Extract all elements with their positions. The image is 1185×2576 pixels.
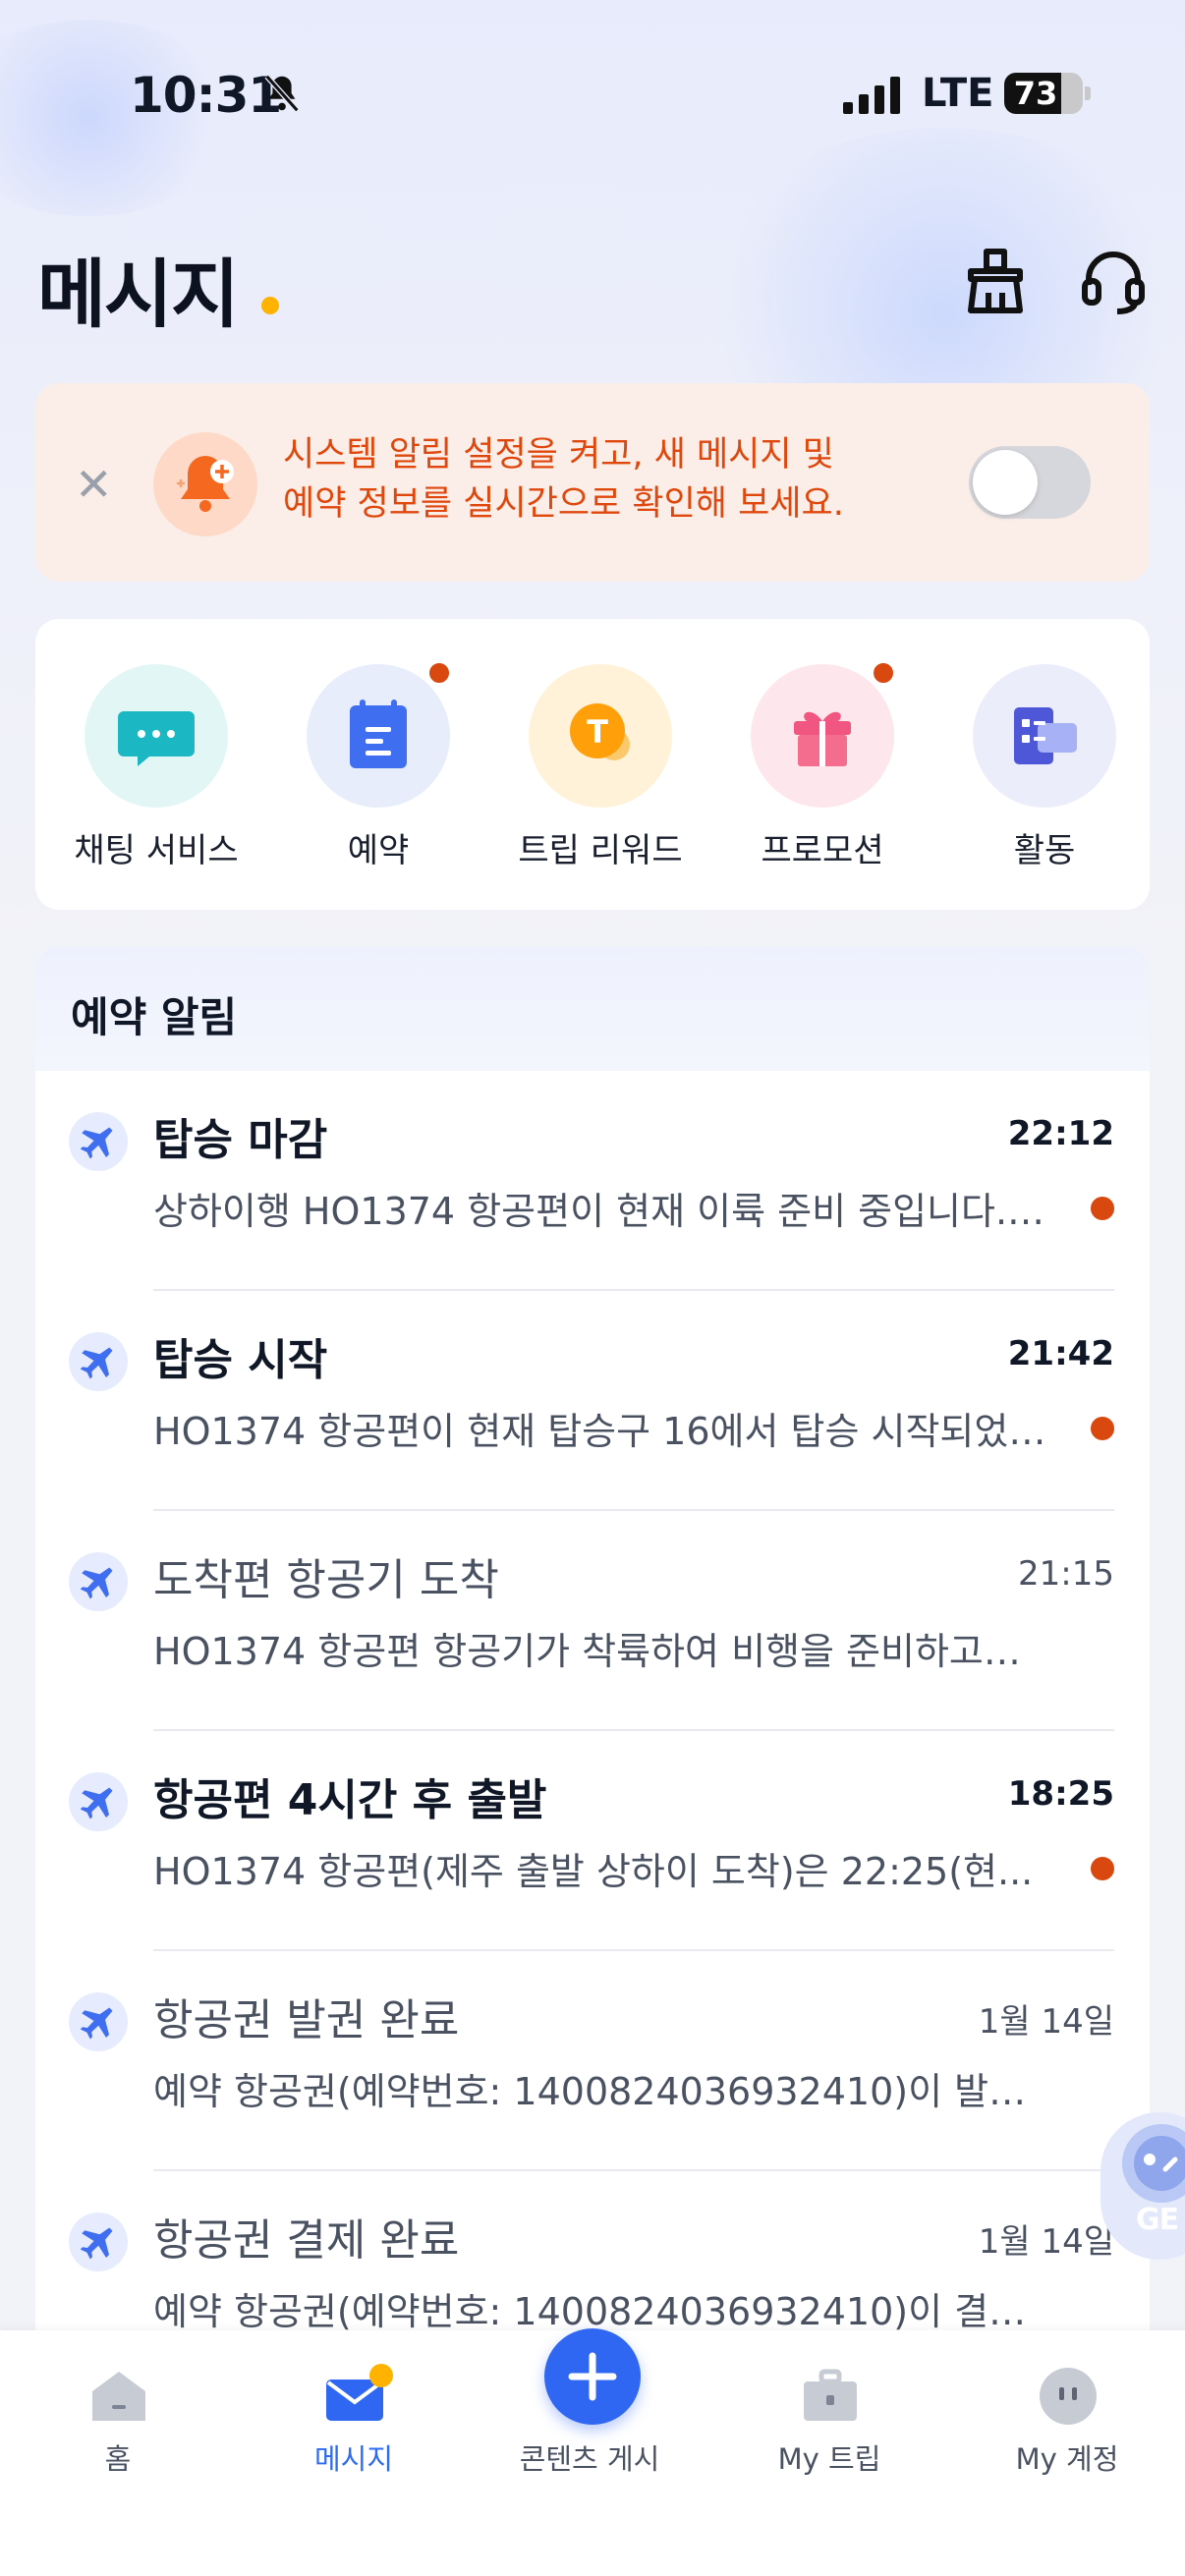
notification-toggle[interactable] bbox=[969, 446, 1091, 519]
close-icon[interactable]: ✕ bbox=[75, 462, 113, 507]
tab-home[interactable]: 홈 bbox=[0, 2330, 236, 2488]
shortcut-label: 프로모션 bbox=[761, 831, 884, 870]
alert-time: 21:42 bbox=[1007, 1334, 1114, 1373]
alert-preview: 예약 항공권(예약번호: 1400824036932410)이 발… bbox=[153, 2070, 1027, 2113]
section-title: 예약 알림 bbox=[71, 993, 238, 1041]
unread-badge bbox=[871, 660, 896, 686]
alert-title: 항공권 발권 완료 bbox=[153, 1995, 460, 2045]
alert-preview: 상하이행 HO1374 항공편이 현재 이륙 준비 중입니다.… bbox=[153, 1190, 1045, 1233]
airplane-icon bbox=[69, 1552, 128, 1611]
shortcut-reservation[interactable]: 예약 bbox=[257, 660, 454, 880]
shortcut-label: 예약 bbox=[347, 831, 410, 870]
shortcut-chat-service[interactable]: 채팅 서비스 bbox=[35, 664, 239, 880]
home-icon bbox=[92, 2372, 145, 2421]
airplane-icon bbox=[69, 2212, 128, 2271]
list-item[interactable]: 도착편 항공기 도착 21:15 HO1374 항공편 항공기가 착륙하여 비행… bbox=[35, 1511, 1150, 1731]
tab-label: My 계정 bbox=[1015, 2442, 1119, 2476]
unread-dot bbox=[1091, 1197, 1114, 1220]
shortcut-label: 채팅 서비스 bbox=[74, 831, 239, 870]
alert-preview: HO1374 항공편 항공기가 착륙하여 비행을 준비하고… bbox=[153, 1630, 1021, 1673]
calendar-icon bbox=[307, 664, 450, 808]
trip-coin-icon: T bbox=[529, 664, 672, 808]
list-item[interactable]: 탑승 시작 21:42 HO1374 항공편이 현재 탑승구 16에서 탑승 시… bbox=[35, 1291, 1150, 1511]
alert-time: 1월 14일 bbox=[978, 2002, 1114, 2042]
battery-percent: 73 bbox=[1013, 75, 1058, 112]
alert-preview: 예약 항공권(예약번호: 1400824036932410)이 결… bbox=[153, 2290, 1027, 2333]
alert-time: 22:12 bbox=[1007, 1114, 1114, 1153]
alert-title: 탑승 마감 bbox=[153, 1115, 328, 1165]
airplane-icon bbox=[69, 1112, 128, 1171]
page-title: 메시지 bbox=[37, 251, 240, 338]
signal-icon bbox=[843, 77, 900, 114]
tab-my-account[interactable]: My 계정 bbox=[949, 2330, 1185, 2488]
banner-line-2: 예약 정보를 실시간으로 확인해 보세요. bbox=[283, 484, 844, 524]
title-dot bbox=[261, 297, 279, 314]
shortcut-label: 트립 리워드 bbox=[518, 831, 683, 870]
svg-text:T: T bbox=[587, 713, 608, 751]
unread-badge bbox=[426, 660, 452, 686]
activity-icon bbox=[973, 664, 1116, 808]
alert-title: 도착편 항공기 도착 bbox=[153, 1555, 499, 1605]
mail-icon bbox=[326, 2364, 393, 2421]
gift-icon bbox=[751, 664, 894, 808]
notification-permission-banner: ✕ 시스템 알림 설정을 켜고, 새 메시지 및 예약 정보를 실시간으로 확인… bbox=[35, 383, 1150, 582]
bell-mute-icon bbox=[264, 74, 300, 113]
post-content-button[interactable] bbox=[544, 2328, 641, 2425]
alert-time: 1월 14일 bbox=[978, 2222, 1114, 2262]
alarm-bell-icon bbox=[153, 432, 257, 536]
status-bar: 10:31 LTE 73 bbox=[0, 59, 1185, 138]
alert-time: 21:15 bbox=[1018, 1554, 1114, 1594]
shortcut-activity[interactable]: 활동 bbox=[924, 664, 1120, 880]
battery-icon: 73 bbox=[1004, 73, 1083, 114]
airplane-icon bbox=[69, 1332, 128, 1391]
shortcut-label: 활동 bbox=[1013, 831, 1076, 870]
network-type: LTE bbox=[922, 71, 994, 116]
customer-service-headset-icon[interactable] bbox=[1081, 248, 1146, 314]
alert-preview: HO1374 항공편(제주 출발 상하이 도착)은 22:25(현... bbox=[153, 1850, 1034, 1893]
unread-dot bbox=[1091, 1857, 1114, 1880]
account-avatar-icon bbox=[1040, 2368, 1097, 2425]
bottom-tab-bar: 홈 메시지 콘텐츠 게시 My 트립 My 계정 bbox=[0, 2328, 1185, 2576]
list-item[interactable]: 항공편 4시간 후 출발 18:25 HO1374 항공편(제주 출발 상하이 … bbox=[35, 1731, 1150, 1951]
alert-title: 항공편 4시간 후 출발 bbox=[153, 1775, 547, 1825]
suitcase-icon bbox=[804, 2369, 857, 2421]
plus-icon bbox=[568, 2352, 617, 2401]
message-category-shortcuts: 채팅 서비스 예약 T 트립 리워드 프로모션 활동 bbox=[35, 619, 1150, 910]
shortcut-trip-rewards[interactable]: T 트립 리워드 bbox=[480, 664, 683, 880]
alert-title: 탑승 시작 bbox=[153, 1335, 328, 1385]
booking-alerts-header: 예약 알림 bbox=[35, 947, 1150, 1071]
unread-dot bbox=[1091, 1417, 1114, 1440]
tab-messages[interactable]: 메시지 bbox=[236, 2330, 472, 2488]
floating-assistant-button[interactable]: GE bbox=[1100, 2112, 1185, 2260]
toggle-knob bbox=[973, 450, 1038, 515]
airplane-icon bbox=[69, 1772, 128, 1831]
chat-bubble-icon bbox=[85, 664, 228, 808]
alert-time: 18:25 bbox=[1007, 1774, 1114, 1814]
alert-title: 항공권 결제 완료 bbox=[153, 2215, 460, 2266]
tab-label: 홈 bbox=[104, 2442, 132, 2476]
assistant-label: GE bbox=[1136, 2203, 1179, 2237]
shortcut-promotion[interactable]: 프로모션 bbox=[702, 660, 898, 880]
tab-label: 콘텐츠 게시 bbox=[519, 2442, 660, 2476]
clear-broom-icon[interactable] bbox=[963, 248, 1028, 314]
tab-label: 메시지 bbox=[313, 2442, 394, 2476]
battery-cap bbox=[1085, 86, 1091, 100]
banner-line-1: 시스템 알림 설정을 켜고, 새 메시지 및 bbox=[283, 435, 834, 475]
list-item[interactable]: 항공권 발권 완료 1월 14일 예약 항공권(예약번호: 1400824036… bbox=[35, 1951, 1150, 2171]
alert-preview: HO1374 항공편이 현재 탑승구 16에서 탑승 시작되었… bbox=[153, 1410, 1046, 1453]
tab-my-trip[interactable]: My 트립 bbox=[711, 2330, 947, 2488]
tab-label: My 트립 bbox=[777, 2442, 881, 2476]
list-item[interactable]: 탑승 마감 22:12 상하이행 HO1374 항공편이 현재 이륙 준비 중입… bbox=[35, 1071, 1150, 1291]
banner-message: 시스템 알림 설정을 켜고, 새 메시지 및 예약 정보를 실시간으로 확인해 … bbox=[283, 430, 892, 529]
airplane-icon bbox=[69, 1992, 128, 2051]
